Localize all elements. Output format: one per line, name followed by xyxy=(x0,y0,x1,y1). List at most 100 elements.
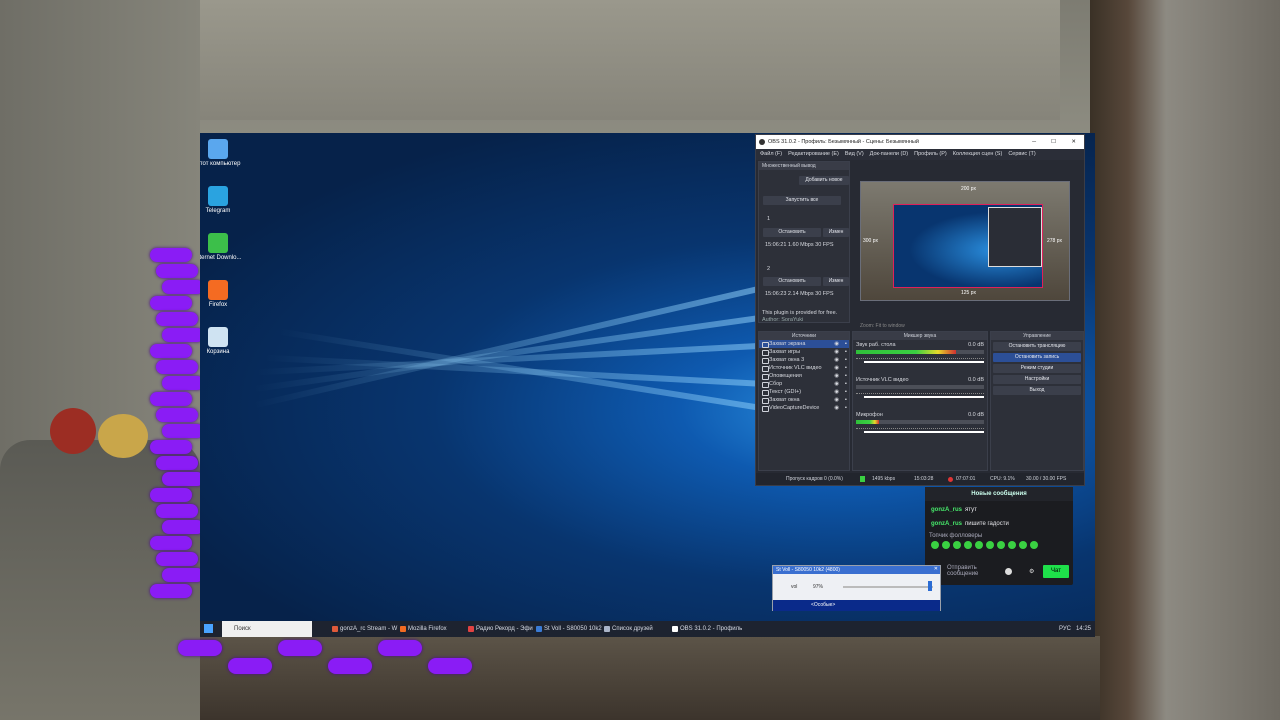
plush-toy-yellow xyxy=(98,414,148,458)
emote-icon[interactable] xyxy=(975,541,983,549)
close-icon[interactable]: ✕ xyxy=(1071,135,1076,149)
maximize-icon[interactable]: ☐ xyxy=(1051,135,1056,149)
source-item[interactable]: Текст (GDI+) ◉ ▪ xyxy=(759,388,849,396)
eye-icon[interactable]: ◉ xyxy=(834,340,839,348)
taskbar-app[interactable]: Mozilla Firefox xyxy=(398,621,447,637)
eye-icon[interactable]: ◉ xyxy=(834,404,839,412)
taskbar-app[interactable]: St Voll - S80050 10k2 xyxy=(534,621,602,637)
source-item[interactable]: Захват экрана ◉ ▪ xyxy=(759,340,849,348)
menu-item[interactable]: Редактирование (E) xyxy=(788,149,839,160)
source-item[interactable]: Оповещения ◉ ▪ xyxy=(759,372,849,380)
eye-icon[interactable]: ◉ xyxy=(834,356,839,364)
source-item[interactable]: VideoCaptureDevice ◉ ▪ xyxy=(759,404,849,412)
mixer-title: Микшер звука xyxy=(853,332,987,340)
emote-icon[interactable] xyxy=(964,541,972,549)
plush-toy-red xyxy=(50,408,96,454)
start-all-button[interactable]: Запустить все xyxy=(763,196,841,205)
emote-icon[interactable] xyxy=(1008,541,1016,549)
emote-icon[interactable] xyxy=(1030,541,1038,549)
desktop-icon[interactable]: Этот компьютер xyxy=(200,139,243,168)
chat-header: Новые сообщения xyxy=(925,487,1073,501)
taskbar-app[interactable]: Список друзей xyxy=(602,621,653,637)
target-2-stop-button[interactable]: Остановить xyxy=(763,277,821,286)
taskbar-search[interactable]: Поиск xyxy=(222,621,312,637)
eye-icon[interactable]: ◉ xyxy=(834,396,839,404)
language-indicator[interactable]: РУС xyxy=(1059,621,1071,637)
control-button[interactable]: Остановить запись xyxy=(993,353,1081,362)
target-2-edit-button[interactable]: Измен xyxy=(823,277,849,286)
lock-icon[interactable]: ▪ xyxy=(845,340,847,348)
lock-icon[interactable]: ▪ xyxy=(845,404,847,412)
chat-username[interactable]: gonzA_rus xyxy=(931,507,962,513)
emote-icon[interactable] xyxy=(931,541,939,549)
taskbar-app[interactable]: gonzA_rc Stream - W xyxy=(330,621,397,637)
desktop-icon-label: Корзина xyxy=(206,349,230,355)
taskbar-app[interactable]: OBS 31.0.2 - Профиль xyxy=(670,621,742,637)
minimize-icon[interactable]: ─ xyxy=(1032,135,1036,149)
menu-item[interactable]: Сервис (T) xyxy=(1008,149,1035,160)
control-button[interactable]: Режим студии xyxy=(993,364,1081,373)
volume-close-icon[interactable]: ✕ xyxy=(934,566,938,572)
start-icon[interactable] xyxy=(204,624,213,633)
obs-preview[interactable]: 200 px 300 px 278 px 125 px xyxy=(860,181,1070,301)
source-item[interactable]: Захват окна ◉ ▪ xyxy=(759,396,849,404)
desktop-icon[interactable]: Firefox xyxy=(200,280,243,309)
chat-input[interactable]: Отправить сообщение xyxy=(947,565,997,577)
eye-icon[interactable]: ◉ xyxy=(834,348,839,356)
desktop-icon[interactable]: Корзина xyxy=(200,327,243,356)
purple-bead xyxy=(156,264,198,278)
eye-icon[interactable]: ◉ xyxy=(834,372,839,380)
eye-icon[interactable]: ◉ xyxy=(834,364,839,372)
settings-gear-icon[interactable]: ⚙ xyxy=(1029,568,1034,575)
desktop-icon[interactable]: Internet Downlo... xyxy=(200,233,243,262)
menu-item[interactable]: Профиль (P) xyxy=(914,149,947,160)
emoji-icon[interactable] xyxy=(1005,568,1012,575)
add-target-button[interactable]: Добавить новое xyxy=(799,176,849,185)
volume-fader[interactable] xyxy=(864,361,984,363)
menu-item[interactable]: Док-панели (D) xyxy=(870,149,908,160)
lock-icon[interactable]: ▪ xyxy=(845,396,847,404)
cpu-usage: CPU: 9.1% xyxy=(990,476,1015,482)
emote-icon[interactable] xyxy=(942,541,950,549)
eye-icon[interactable]: ◉ xyxy=(834,388,839,396)
menu-item[interactable]: Вид (V) xyxy=(845,149,864,160)
volume-fader[interactable] xyxy=(864,431,984,433)
lock-icon[interactable]: ▪ xyxy=(845,356,847,364)
mixer-channel-name: Звук раб. стола xyxy=(856,342,896,348)
source-item[interactable]: Источник VLC видео ◉ ▪ xyxy=(759,364,849,372)
lock-icon[interactable]: ▪ xyxy=(845,364,847,372)
source-item[interactable]: Захват игры ◉ ▪ xyxy=(759,348,849,356)
chat-username[interactable]: gonzA_rus xyxy=(931,521,962,527)
target-1-stop-button[interactable]: Остановить xyxy=(763,228,821,237)
emote-icon[interactable] xyxy=(986,541,994,549)
purple-bead xyxy=(156,360,198,374)
preset-dropdown[interactable]: <Особые> xyxy=(811,602,835,608)
preview-screen-capture[interactable] xyxy=(893,204,1043,288)
lock-icon[interactable]: ▪ xyxy=(845,372,847,380)
taskbar-clock[interactable]: 14:25 xyxy=(1076,621,1091,637)
target-1-edit-button[interactable]: Измен xyxy=(823,228,849,237)
emote-icon[interactable] xyxy=(997,541,1005,549)
desktop-icon[interactable]: Telegram xyxy=(200,186,243,215)
menu-item[interactable]: Файл (F) xyxy=(760,149,782,160)
purple-bead xyxy=(162,280,204,294)
lock-icon[interactable]: ▪ xyxy=(845,388,847,396)
zoom-label[interactable]: Zoom: Fit to window xyxy=(860,323,905,329)
lock-icon[interactable]: ▪ xyxy=(845,380,847,388)
emote-icon[interactable] xyxy=(1019,541,1027,549)
eye-icon[interactable]: ◉ xyxy=(834,380,839,388)
volume-slider-thumb[interactable] xyxy=(928,581,933,591)
control-button[interactable]: Настройки xyxy=(993,375,1081,384)
volume-fader[interactable] xyxy=(864,396,984,398)
lock-icon[interactable]: ▪ xyxy=(845,348,847,356)
source-item[interactable]: Захват окна 3 ◉ ▪ xyxy=(759,356,849,364)
menu-item[interactable]: Коллекция сцен (S) xyxy=(953,149,1003,160)
volume-slider-track[interactable] xyxy=(843,586,933,588)
chat-send-button[interactable]: Чат xyxy=(1043,565,1069,578)
obs-logo-icon xyxy=(759,139,765,145)
source-item[interactable]: Сбор ◉ ▪ xyxy=(759,380,849,388)
control-button[interactable]: Остановить трансляцию xyxy=(993,342,1081,351)
taskbar-app[interactable]: Радио Рекорд - Эфи xyxy=(466,621,533,637)
control-button[interactable]: Выход xyxy=(993,386,1081,395)
emote-icon[interactable] xyxy=(953,541,961,549)
